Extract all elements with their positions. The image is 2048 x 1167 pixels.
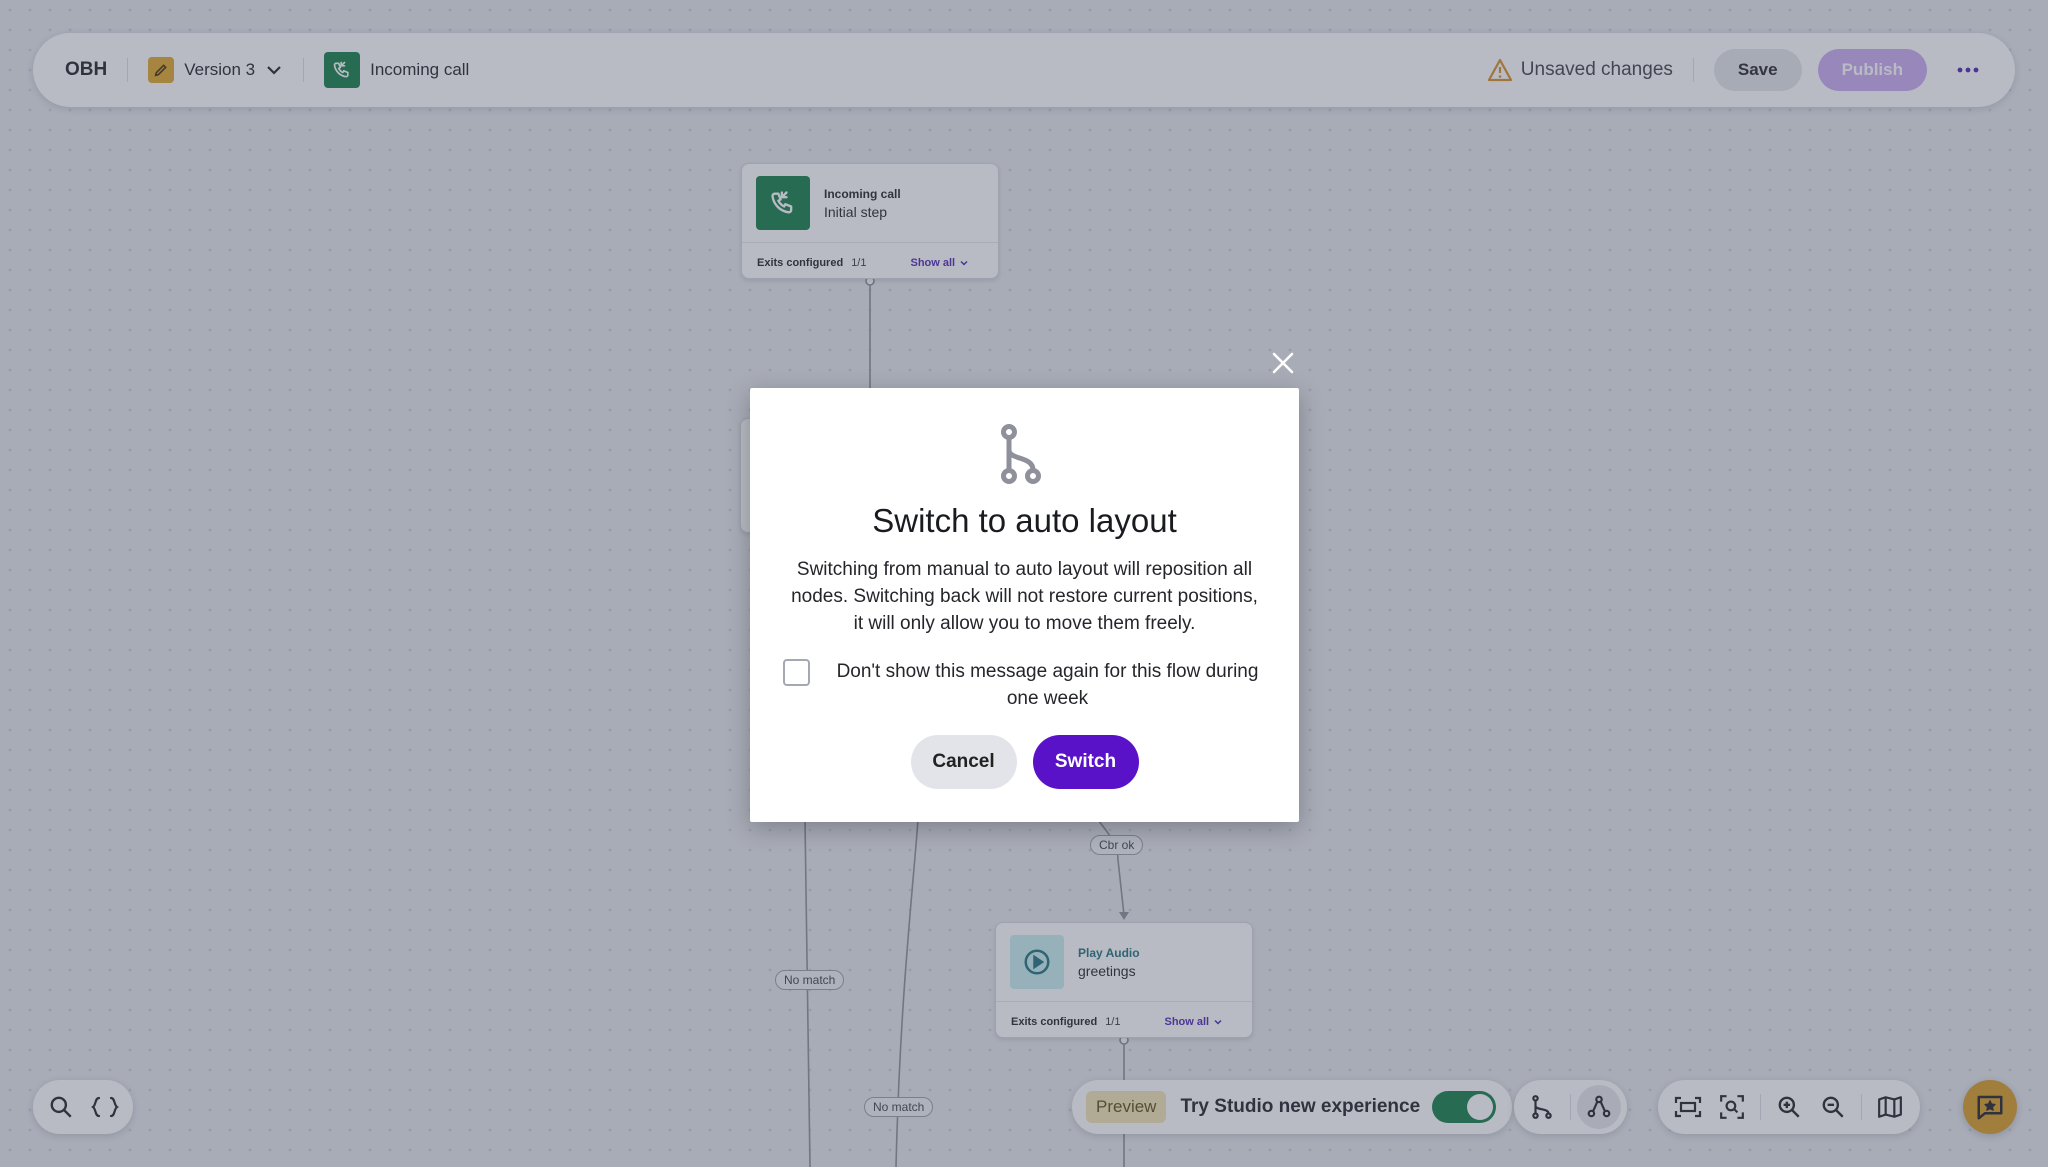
dont-show-again-label[interactable]: Don't show this message again for this f…	[830, 658, 1265, 712]
cancel-button[interactable]: Cancel	[910, 735, 1017, 789]
dialog-actions: Cancel Switch	[750, 735, 1299, 789]
dont-show-again-checkbox[interactable]	[783, 659, 810, 686]
branch-icon	[997, 424, 1053, 491]
dialog-title: Switch to auto layout	[872, 502, 1177, 539]
close-icon[interactable]	[1268, 348, 1298, 378]
dialog-body: Switching from manual to auto layout wil…	[791, 559, 1258, 634]
auto-layout-dialog: Switch to auto layout Switching from man…	[750, 388, 1299, 822]
switch-button[interactable]: Switch	[1032, 735, 1139, 789]
